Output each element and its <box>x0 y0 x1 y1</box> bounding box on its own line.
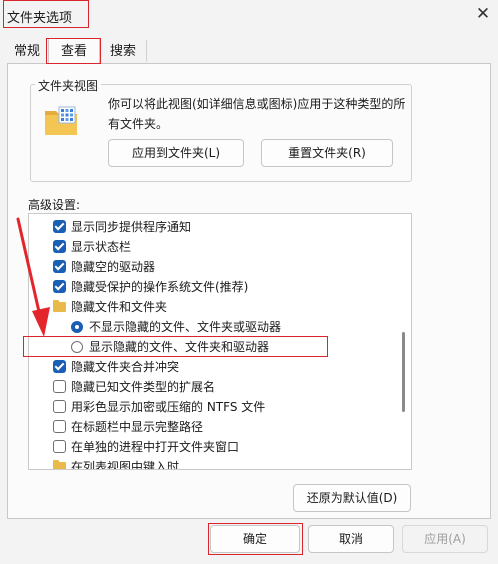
title-highlight-box <box>3 0 89 28</box>
checkbox-checked[interactable] <box>53 220 66 233</box>
setting-group-list-view-typing: 在列表视图中键入时 <box>29 457 399 469</box>
annotation-arrow <box>16 217 50 337</box>
setting-full-path-title-bar[interactable]: 在标题栏中显示完整路径 <box>29 417 399 437</box>
setting-show-status-bar[interactable]: 显示状态栏 <box>29 237 399 257</box>
advanced-settings-label: 高级设置: <box>28 198 81 212</box>
setting-group-hidden-files: 隐藏文件和文件夹 <box>29 297 399 317</box>
checkbox-checked[interactable] <box>53 260 66 273</box>
radio-selected[interactable] <box>71 321 83 333</box>
setting-radio-dont-show-hidden[interactable]: 不显示隐藏的文件、文件夹或驱动器 <box>29 317 399 337</box>
restore-defaults-button[interactable]: 还原为默认值(D) <box>293 484 411 512</box>
folder-icon <box>53 300 66 312</box>
apply-to-folders-button[interactable]: 应用到文件夹(L) <box>108 139 244 167</box>
list-scrollbar-thumb[interactable] <box>402 332 405 412</box>
setting-color-ntfs-files[interactable]: 用彩色显示加密或压缩的 NTFS 文件 <box>29 397 399 417</box>
title-bar: 文件夹选项 ✕ <box>0 0 498 32</box>
folder-views-description: 你可以将此视图(如详细信息或图标)应用于这种类型的所有文件夹。 <box>108 97 406 131</box>
checkbox-unchecked[interactable] <box>53 380 66 393</box>
folder-icon <box>53 460 66 469</box>
checkbox-unchecked[interactable] <box>53 420 66 433</box>
tab-general[interactable]: 常规 <box>8 42 46 64</box>
setting-hide-folder-merge-conflicts[interactable]: 隐藏文件夹合并冲突 <box>29 357 399 377</box>
show-hidden-highlight-box <box>23 336 328 357</box>
ok-button[interactable]: 确定 <box>210 525 300 553</box>
checkbox-checked[interactable] <box>53 280 66 293</box>
setting-show-sync-notifications[interactable]: 显示同步提供程序通知 <box>29 217 399 237</box>
reset-folders-button[interactable]: 重置文件夹(R) <box>261 139 393 167</box>
checkbox-unchecked[interactable] <box>53 400 66 413</box>
folder-views-title: 文件夹视图 <box>35 77 102 94</box>
cancel-button[interactable]: 取消 <box>308 525 394 553</box>
folder-grid-icon <box>45 106 77 135</box>
close-button[interactable]: ✕ <box>470 2 496 28</box>
tab-divider <box>146 40 147 62</box>
checkbox-checked[interactable] <box>53 360 66 373</box>
checkbox-checked[interactable] <box>53 240 66 253</box>
tab-view[interactable]: 查看 <box>48 38 100 63</box>
tab-search[interactable]: 搜索 <box>101 42 145 64</box>
checkbox-unchecked[interactable] <box>53 440 66 453</box>
setting-separate-process[interactable]: 在单独的进程中打开文件夹窗口 <box>29 437 399 457</box>
apply-button: 应用(A) <box>402 525 488 553</box>
setting-hide-extensions[interactable]: 隐藏已知文件类型的扩展名 <box>29 377 399 397</box>
setting-hide-empty-drives[interactable]: 隐藏空的驱动器 <box>29 257 399 277</box>
setting-hide-protected-os-files[interactable]: 隐藏受保护的操作系统文件(推荐) <box>29 277 399 297</box>
